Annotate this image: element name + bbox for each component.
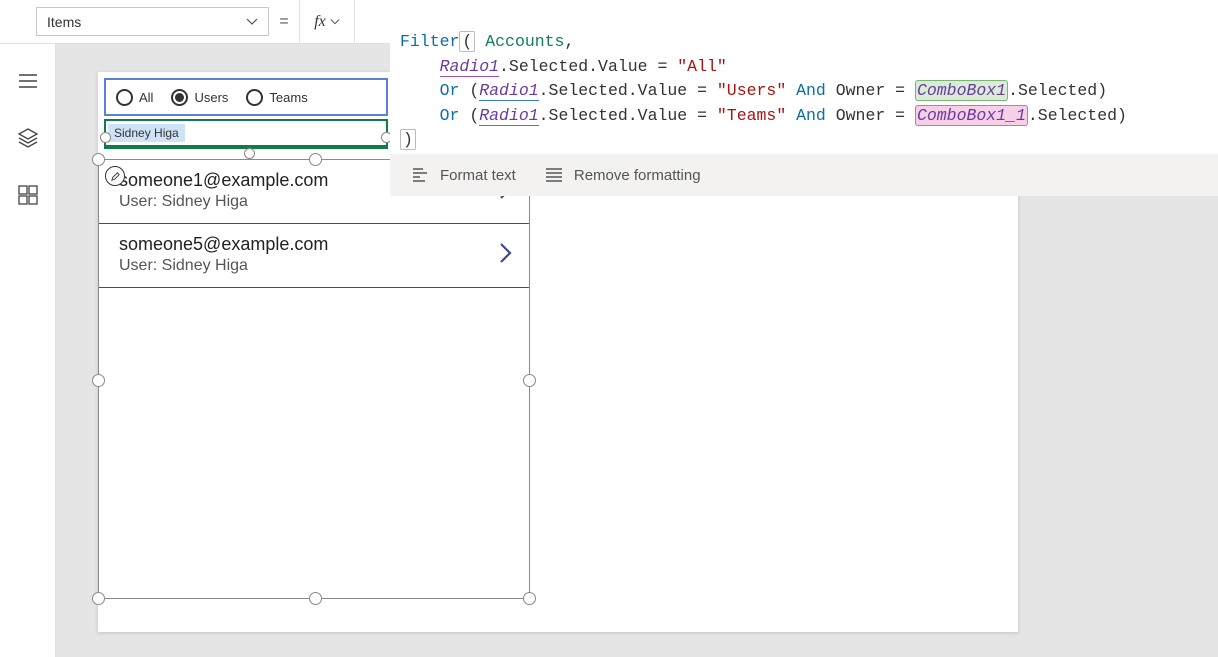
selection-handle[interactable] (92, 592, 105, 605)
ref-radio1: Radio1 (479, 81, 538, 101)
chevron-down-icon (246, 16, 258, 28)
row-email: someone1@example.com (119, 170, 328, 191)
ref-combobox1: ComboBox1 (915, 80, 1008, 101)
hamburger-icon[interactable] (17, 70, 39, 95)
combobox-chip[interactable]: Sidney Higa (108, 124, 185, 142)
selection-handle[interactable] (523, 374, 536, 387)
radio-circle-icon (171, 89, 188, 106)
fx-button[interactable]: fx (299, 0, 354, 43)
row-email: someone5@example.com (119, 234, 328, 255)
ref-radio1: Radio1 (479, 106, 538, 126)
open-paren: ( (459, 31, 475, 52)
chevron-down-icon (330, 17, 340, 27)
remove-formatting-button[interactable]: Remove formatting (544, 165, 701, 185)
components-icon[interactable] (17, 184, 39, 209)
combobox-owner[interactable]: Sidney Higa (104, 119, 388, 149)
format-text-icon (410, 165, 430, 185)
radio-option-teams[interactable]: Teams (246, 89, 307, 106)
radio-circle-icon (246, 89, 263, 106)
gallery-row[interactable]: someone5@example.com User: Sidney Higa (99, 224, 529, 288)
chevron-right-icon[interactable] (497, 241, 515, 268)
property-dropdown-value: Items (47, 14, 81, 30)
format-text-button[interactable]: Format text (410, 165, 516, 185)
fx-label: fx (314, 13, 326, 31)
formula-input[interactable]: Filter( Accounts, Radio1.Selected.Value … (390, 0, 1218, 162)
property-dropdown[interactable]: Items (36, 7, 269, 36)
formula-toolbar: Format text Remove formatting (390, 154, 1218, 196)
gallery[interactable]: someone1@example.com User: Sidney Higa s… (98, 159, 530, 599)
ref-radio1: Radio1 (440, 57, 499, 77)
fn-filter: Filter (400, 32, 459, 51)
equals-sign: = (269, 0, 299, 43)
row-subtitle: User: Sidney Higa (119, 193, 328, 211)
selection-handle[interactable] (523, 592, 536, 605)
left-rail (0, 44, 56, 657)
radio-circle-icon (116, 89, 133, 106)
layers-icon[interactable] (17, 127, 39, 152)
selection-handle[interactable] (92, 374, 105, 387)
radio-option-users[interactable]: Users (171, 89, 228, 106)
edit-template-icon[interactable] (105, 166, 125, 186)
datasource-accounts: Accounts (485, 32, 564, 51)
selection-handle[interactable] (309, 592, 322, 605)
radio-option-all[interactable]: All (116, 89, 153, 106)
remove-formatting-icon (544, 165, 564, 185)
radio-group[interactable]: All Users Teams (104, 78, 388, 116)
ref-combobox1-1: ComboBox1_1 (915, 105, 1028, 126)
close-paren: ) (400, 129, 416, 150)
selection-handle[interactable] (309, 153, 322, 166)
selection-handle[interactable] (92, 153, 105, 166)
row-subtitle: User: Sidney Higa (119, 257, 328, 275)
